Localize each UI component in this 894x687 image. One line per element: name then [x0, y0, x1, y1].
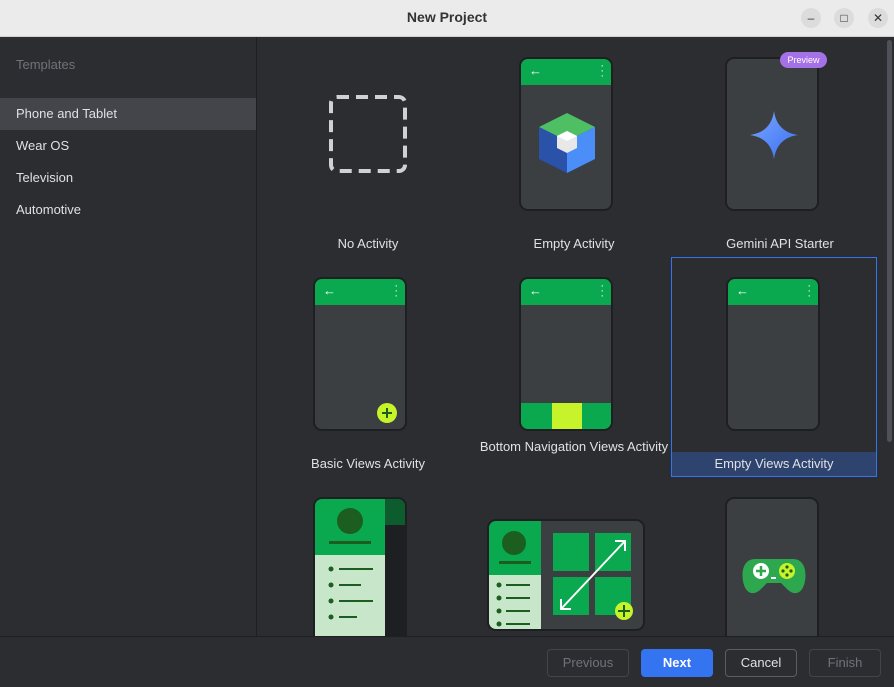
- phone-mockup: ← · · ·: [313, 277, 407, 431]
- template-label: No Activity: [337, 236, 399, 251]
- phone-mockup: [725, 497, 819, 636]
- template-label: Basic Views Activity: [311, 456, 425, 471]
- drawer-header-line: [329, 541, 371, 544]
- previous-button[interactable]: Previous: [547, 649, 629, 677]
- bottom-nav-selected-item: [552, 403, 582, 429]
- pane-header-line: [499, 561, 531, 564]
- overflow-menu-icon: · · ·: [600, 280, 604, 302]
- sidebar-item-phone-and-tablet[interactable]: Phone and Tablet: [0, 98, 256, 130]
- app-bar-dim: [385, 499, 405, 525]
- app-bar: ← · · ·: [521, 279, 611, 305]
- phone-mockup: ← · · ·: [519, 277, 613, 431]
- template-label: Bottom Navigation Views Activity: [479, 439, 669, 454]
- gemini-sparkle-icon: [750, 111, 798, 159]
- bottom-navigation-bar: [521, 403, 611, 429]
- title-bar: New Project – □ ✕: [0, 0, 894, 37]
- cancel-button[interactable]: Cancel: [725, 649, 797, 677]
- templates-header: Templates: [16, 57, 76, 72]
- back-arrow-icon: ←: [323, 283, 336, 298]
- list-lines-icon: [496, 582, 530, 627]
- phone-mockup: ← · · ·: [726, 277, 820, 431]
- template-label: Empty Views Activity: [672, 452, 876, 476]
- app-bar: ← · · ·: [521, 59, 611, 85]
- overflow-menu-icon: · · ·: [807, 280, 811, 302]
- drawer-header: [315, 499, 385, 555]
- back-arrow-icon: ←: [736, 283, 749, 298]
- overflow-menu-icon: · · ·: [394, 280, 398, 302]
- compose-cube-icon: [539, 113, 595, 173]
- phone-mockup: [725, 57, 819, 211]
- avatar: [502, 531, 526, 555]
- template-card-basic-views-activity[interactable]: ← · · · Basic Views Activity: [265, 257, 471, 477]
- overflow-menu-icon: · · ·: [600, 60, 604, 82]
- back-arrow-icon: ←: [529, 63, 542, 78]
- game-controller-icon: [742, 559, 806, 594]
- template-card-game-activity[interactable]: [677, 477, 883, 636]
- maximize-icon[interactable]: □: [834, 8, 854, 28]
- drawer-list: [315, 555, 385, 636]
- preview-badge: Preview: [780, 52, 827, 68]
- template-label: Gemini API Starter: [726, 236, 834, 251]
- template-gallery: No Activity ← · · · Empty Activity Gemin…: [257, 37, 894, 636]
- app-bar: ← · · ·: [315, 279, 405, 305]
- resize-grid-icon: [553, 533, 633, 620]
- template-card-empty-activity[interactable]: ← · · · Empty Activity: [471, 37, 677, 257]
- templates-sidebar: Templates Phone and Tablet Wear OS Telev…: [0, 37, 257, 636]
- dialog-footer: Previous Next Cancel Finish: [0, 636, 894, 687]
- back-arrow-icon: ←: [529, 283, 542, 298]
- window-title: New Project: [406, 9, 488, 25]
- fab-add-icon: [377, 403, 397, 423]
- finish-button[interactable]: Finish: [809, 649, 881, 677]
- next-button[interactable]: Next: [641, 649, 713, 677]
- list-lines-icon: [328, 566, 373, 620]
- phone-mockup: ← · · ·: [519, 57, 613, 211]
- app-bar: ← · · ·: [728, 279, 818, 305]
- dashed-square-icon: [329, 95, 407, 173]
- tablet-mockup: [487, 519, 645, 631]
- template-card-empty-views-activity[interactable]: ← · · · Empty Views Activity: [671, 257, 877, 477]
- template-card-gemini-api-starter[interactable]: Gemini API Starter: [677, 37, 883, 257]
- sidebar-item-automotive[interactable]: Automotive: [0, 194, 256, 226]
- avatar: [337, 508, 363, 534]
- template-card-no-activity[interactable]: No Activity: [265, 37, 471, 257]
- template-label: Empty Activity: [533, 236, 615, 251]
- close-icon[interactable]: ✕: [868, 8, 888, 28]
- phone-mockup: [313, 497, 407, 636]
- minimize-icon[interactable]: –: [801, 8, 821, 28]
- sidebar-item-wear-os[interactable]: Wear OS: [0, 130, 256, 162]
- template-card-navigation-drawer[interactable]: [265, 477, 471, 636]
- pane-list: [489, 575, 541, 629]
- template-card-bottom-navigation-views-activity[interactable]: ← · · · Bottom Navigation Views Activity: [471, 257, 677, 477]
- template-card-responsive-views-activity[interactable]: [471, 477, 677, 636]
- gallery-scrollbar[interactable]: [887, 40, 892, 442]
- pane-header: [489, 521, 541, 575]
- sidebar-item-television[interactable]: Television: [0, 162, 256, 194]
